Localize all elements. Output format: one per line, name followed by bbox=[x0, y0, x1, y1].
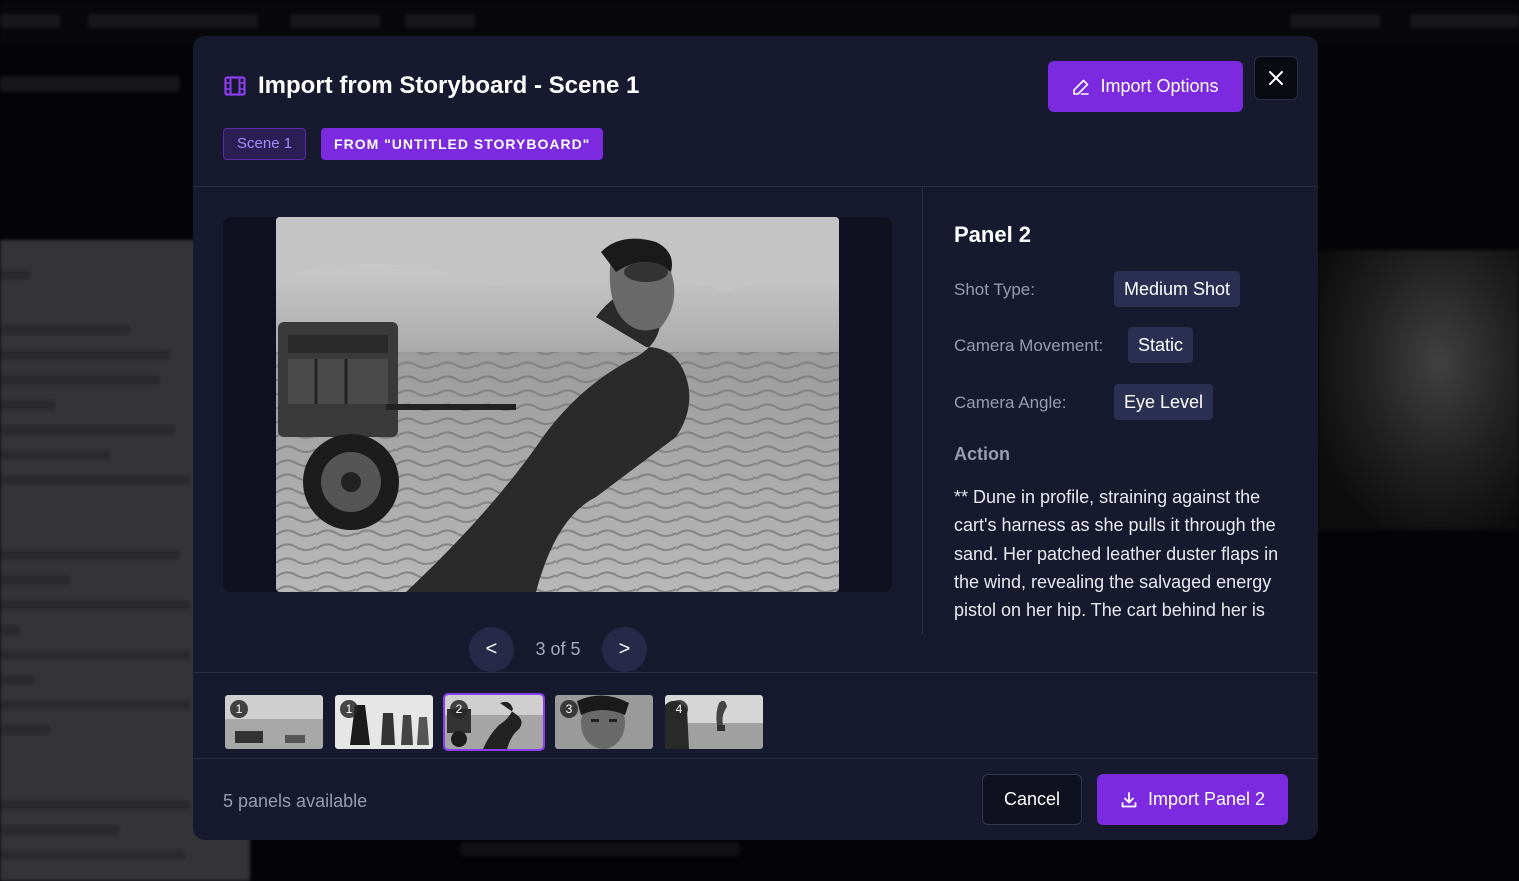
panel-preview bbox=[223, 217, 892, 592]
import-panel-button[interactable]: Import Panel 2 bbox=[1097, 774, 1288, 825]
modal-badges: Scene 1 FROM "UNTITLED STORYBOARD" bbox=[223, 128, 604, 160]
thumbnail-number: 3 bbox=[560, 700, 578, 718]
import-storyboard-modal: Import from Storyboard - Scene 1 Scene 1… bbox=[193, 36, 1318, 840]
modal-title: Import from Storyboard - Scene 1 bbox=[258, 72, 640, 99]
shot-type-value: Medium Shot bbox=[1114, 271, 1241, 307]
import-options-button[interactable]: Import Options bbox=[1048, 61, 1243, 112]
thumbnail-3[interactable]: 2 bbox=[443, 693, 545, 751]
modal-title-row: Import from Storyboard - Scene 1 bbox=[224, 72, 639, 100]
cancel-button[interactable]: Cancel bbox=[982, 774, 1082, 825]
import-panel-label: Import Panel 2 bbox=[1147, 789, 1266, 809]
thumbnail-number: 1 bbox=[340, 700, 358, 718]
camera-movement-label: Camera Movement: bbox=[954, 336, 1104, 355]
close-button[interactable] bbox=[1254, 56, 1298, 100]
camera-angle-label: Camera Angle: bbox=[954, 393, 1067, 412]
next-panel-button[interactable]: > bbox=[602, 627, 647, 672]
close-icon bbox=[1269, 71, 1283, 85]
thumbnail-5[interactable]: 4 bbox=[665, 695, 763, 749]
download-icon bbox=[1121, 791, 1137, 807]
panel-counter: 3 of 5 bbox=[535, 639, 581, 659]
panel-preview-image bbox=[276, 217, 839, 592]
import-options-label: Import Options bbox=[1100, 76, 1219, 96]
pencil-icon bbox=[1073, 79, 1090, 95]
thumbnail-2[interactable]: 1 bbox=[335, 695, 433, 749]
film-icon bbox=[224, 76, 246, 96]
thumbnail-1[interactable]: 1 bbox=[225, 695, 323, 749]
thumbnail-4[interactable]: 3 bbox=[555, 695, 653, 749]
action-heading: Action bbox=[954, 444, 1010, 464]
modal-header: Import from Storyboard - Scene 1 Scene 1… bbox=[193, 36, 1318, 187]
panel-details[interactable]: Panel 2 Shot Type: Medium Shot Camera Mo… bbox=[922, 187, 1318, 634]
panel-details-scroll[interactable]: Panel 2 Shot Type: Medium Shot Camera Mo… bbox=[954, 187, 1294, 634]
thumbnail-number: 4 bbox=[670, 700, 688, 718]
camera-movement-value: Static bbox=[1128, 327, 1194, 363]
shot-type-label: Shot Type: bbox=[954, 280, 1035, 299]
panel-navigation: < 3 of 5 > bbox=[469, 627, 647, 672]
panels-available-status: 5 panels available bbox=[223, 791, 368, 811]
previous-panel-button[interactable]: < bbox=[469, 627, 514, 672]
thumbnail-strip: 1 1 2 3 4 bbox=[193, 672, 1318, 759]
action-text: ** Dune in profile, straining against th… bbox=[954, 487, 1279, 621]
panel-title: Panel 2 bbox=[954, 222, 1032, 247]
thumbnail-number: 1 bbox=[230, 700, 248, 718]
source-storyboard-badge: FROM "UNTITLED STORYBOARD" bbox=[321, 128, 604, 160]
camera-angle-value: Eye Level bbox=[1114, 384, 1214, 420]
scene-badge: Scene 1 bbox=[223, 128, 307, 160]
thumbnail-number: 2 bbox=[450, 700, 468, 718]
